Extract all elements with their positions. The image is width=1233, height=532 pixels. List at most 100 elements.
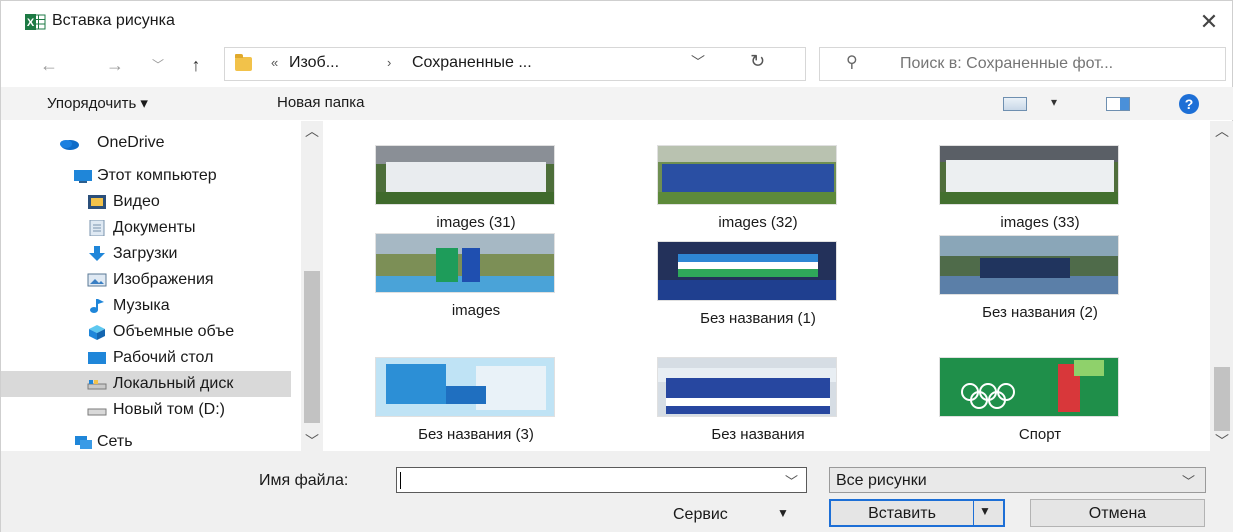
svg-text:X: X xyxy=(27,17,35,29)
file-item[interactable]: Спорт xyxy=(918,357,1119,462)
forward-arrow-icon[interactable]: → xyxy=(101,53,129,77)
sidebar-item-pictures[interactable]: Изображения xyxy=(1,267,291,293)
file-name: Без названия xyxy=(711,426,805,443)
navigation-pane-scrollbar[interactable]: ︿ ﹀ xyxy=(301,121,323,451)
tools-caret-icon[interactable]: ▼ xyxy=(777,506,789,520)
sidebar-item-local-disk[interactable]: Локальный диск xyxy=(1,371,291,397)
address-overflow[interactable]: « xyxy=(271,55,278,70)
file-name: images (33) xyxy=(1000,214,1080,231)
image-thumbnail xyxy=(939,357,1119,417)
desktop-folder-icon xyxy=(88,352,106,364)
sidebar-item-label: Видео xyxy=(113,193,160,210)
search-icon: ⚲ xyxy=(846,54,858,71)
computer-icon xyxy=(74,170,92,183)
insert-options-caret-icon[interactable]: ▼ xyxy=(979,504,991,518)
organize-button[interactable]: Упорядочить ▾ xyxy=(47,94,148,112)
scroll-down-icon[interactable]: ﹀ xyxy=(302,431,322,451)
command-toolbar: Упорядочить ▾ Новая папка ▾ ? xyxy=(1,87,1233,120)
sidebar-item-downloads[interactable]: Загрузки xyxy=(1,241,291,267)
network-icon xyxy=(75,436,92,449)
sidebar-item-music[interactable]: Музыка xyxy=(1,293,291,319)
sidebar-item-new-volume[interactable]: Новый том (D:) xyxy=(1,397,291,423)
image-thumbnail xyxy=(375,233,555,293)
sidebar-item-label: Этот компьютер xyxy=(97,167,217,184)
downloads-folder-icon xyxy=(89,246,105,261)
file-name: images (32) xyxy=(718,214,798,231)
file-item[interactable]: Без названия (3) xyxy=(354,357,555,462)
scroll-up-icon[interactable]: ︿ xyxy=(302,121,322,141)
file-item[interactable]: images (32) xyxy=(636,145,837,250)
excel-icon: X xyxy=(25,14,46,30)
view-options-caret-icon[interactable]: ▾ xyxy=(1051,95,1057,109)
recent-locations-icon[interactable]: ﹀ xyxy=(147,53,169,77)
split-divider xyxy=(973,501,974,525)
sidebar-item-onedrive[interactable]: OneDrive xyxy=(1,130,291,156)
address-dropdown-icon[interactable]: ﹀ xyxy=(691,52,715,72)
image-thumbnail xyxy=(657,241,837,301)
tools-button[interactable]: Сервис xyxy=(673,506,728,524)
back-arrow-icon[interactable]: ← xyxy=(35,53,63,77)
close-icon[interactable]: ✕ xyxy=(1194,9,1224,35)
sidebar-item-label: Рабочий стол xyxy=(113,349,214,366)
scroll-up-icon[interactable]: ︿ xyxy=(1212,121,1232,141)
sidebar-item-label: Музыка xyxy=(113,297,170,314)
scrollbar-thumb[interactable] xyxy=(304,271,320,423)
breadcrumb-separator[interactable]: › xyxy=(387,55,391,70)
3d-objects-folder-icon xyxy=(89,325,105,340)
sidebar-item-label: Сеть xyxy=(97,433,133,450)
sidebar-item-network[interactable]: Сеть xyxy=(1,429,291,451)
folder-icon xyxy=(235,54,252,71)
sidebar-item-video[interactable]: Видео xyxy=(1,189,291,215)
file-item[interactable]: Без названия (2) xyxy=(918,235,1119,340)
sidebar-item-label: Локальный диск xyxy=(113,375,234,392)
refresh-icon[interactable]: ↻ xyxy=(750,51,774,72)
filename-label: Имя файла: xyxy=(259,472,349,489)
file-name: Спорт xyxy=(1018,426,1062,443)
image-thumbnail xyxy=(939,145,1119,205)
sidebar-item-this-pc[interactable]: Этот компьютер xyxy=(1,163,291,189)
filename-dropdown-icon[interactable]: ﹀ xyxy=(785,471,798,490)
cancel-button-label: Отмена xyxy=(1088,505,1147,522)
sidebar-item-label: OneDrive xyxy=(97,134,165,151)
drive-icon xyxy=(87,408,107,416)
file-list-scrollbar[interactable]: ︿ ﹀ xyxy=(1210,121,1233,451)
preview-pane-icon[interactable] xyxy=(1106,97,1130,111)
file-type-select[interactable]: Все рисунки ﹀ xyxy=(829,467,1206,493)
scroll-down-icon[interactable]: ﹀ xyxy=(1212,431,1232,451)
sidebar-item-3d-objects[interactable]: Объемные объе xyxy=(1,319,291,345)
insert-button-label: Вставить xyxy=(868,505,936,522)
scrollbar-thumb[interactable] xyxy=(1214,367,1230,431)
file-item[interactable]: Без названия xyxy=(636,357,837,462)
file-item[interactable]: images xyxy=(354,233,555,338)
sidebar-item-desktop[interactable]: Рабочий стол xyxy=(1,345,291,371)
filename-field[interactable]: ﹀ xyxy=(396,467,807,493)
sidebar-item-label: Документы xyxy=(113,219,196,236)
file-name: images (31) xyxy=(436,214,516,231)
breadcrumb-saved-photos[interactable]: Сохраненные ... xyxy=(412,54,532,72)
search-box[interactable]: ⚲ xyxy=(819,47,1226,81)
chevron-down-icon: ﹀ xyxy=(1181,474,1195,489)
sidebar-item-label: Новый том (D:) xyxy=(113,401,225,418)
music-folder-icon xyxy=(90,299,104,313)
title-bar: X Вставка рисунка ✕ xyxy=(1,1,1233,43)
breadcrumb-pictures[interactable]: Изоб... xyxy=(289,54,339,72)
insert-button[interactable]: Вставить ▼ xyxy=(829,499,1005,527)
cancel-button[interactable]: Отмена xyxy=(1030,499,1205,527)
file-item[interactable]: Без названия (1) xyxy=(636,241,837,346)
change-view-icon[interactable] xyxy=(1003,97,1027,111)
image-thumbnail xyxy=(939,235,1119,295)
navigation-pane: OneDrive Этот компьютер Видео Документы … xyxy=(1,121,323,451)
file-list: images (31) images (32) images (33) imag… xyxy=(334,121,1208,451)
local-disk-icon xyxy=(87,380,107,390)
insert-picture-dialog: X Вставка рисунка ✕ ← → ﹀ ↑ « Изоб... › … xyxy=(0,0,1233,532)
up-arrow-icon[interactable]: ↑ xyxy=(183,53,209,77)
new-folder-button[interactable]: Новая папка xyxy=(277,94,364,111)
image-thumbnail xyxy=(657,145,837,205)
sidebar-item-label: Изображения xyxy=(113,271,214,288)
search-input[interactable] xyxy=(900,55,1220,73)
sidebar-item-documents[interactable]: Документы xyxy=(1,215,291,241)
help-icon[interactable]: ? xyxy=(1179,94,1199,114)
onedrive-icon xyxy=(60,140,79,150)
sidebar-item-label: Загрузки xyxy=(113,245,178,262)
address-bar[interactable]: « Изоб... › Сохраненные ... ﹀ ↻ xyxy=(224,47,806,81)
